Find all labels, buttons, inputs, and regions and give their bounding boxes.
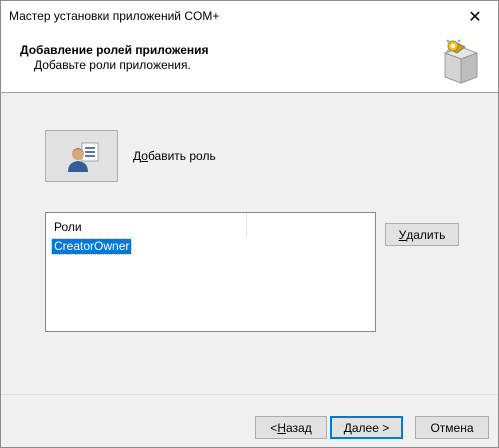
- user-role-icon: [67, 142, 98, 172]
- footer-divider: [1, 394, 498, 395]
- column-header-empty: [247, 213, 375, 237]
- wizard-header: Добавление ролей приложения Добавьте рол…: [1, 32, 498, 93]
- box-install-icon: [443, 39, 479, 84]
- column-header-roles[interactable]: Роли: [46, 213, 247, 237]
- back-button[interactable]: < Назад: [255, 416, 327, 439]
- close-icon: ✕: [468, 8, 482, 26]
- list-item[interactable]: CreatorOwner: [50, 238, 133, 255]
- roles-list[interactable]: Роли CreatorOwner: [45, 212, 376, 332]
- cancel-button[interactable]: Отмена: [415, 416, 489, 439]
- list-header: Роли: [46, 213, 375, 237]
- add-role-button[interactable]: [45, 130, 118, 182]
- page-title: Добавление ролей приложения: [20, 43, 209, 57]
- title-bar[interactable]: Мастер установки приложений COM+ ✕: [1, 1, 498, 32]
- close-button[interactable]: ✕: [452, 1, 498, 32]
- add-role-label[interactable]: Добавить роль: [133, 149, 216, 163]
- wizard-window: Мастер установки приложений COM+ ✕ Добав…: [0, 0, 499, 448]
- delete-button[interactable]: Удалить: [385, 223, 459, 246]
- page-subtitle: Добавьте роли приложения.: [34, 58, 191, 72]
- window-title: Мастер установки приложений COM+: [9, 9, 220, 23]
- next-button[interactable]: Далее >: [330, 416, 403, 439]
